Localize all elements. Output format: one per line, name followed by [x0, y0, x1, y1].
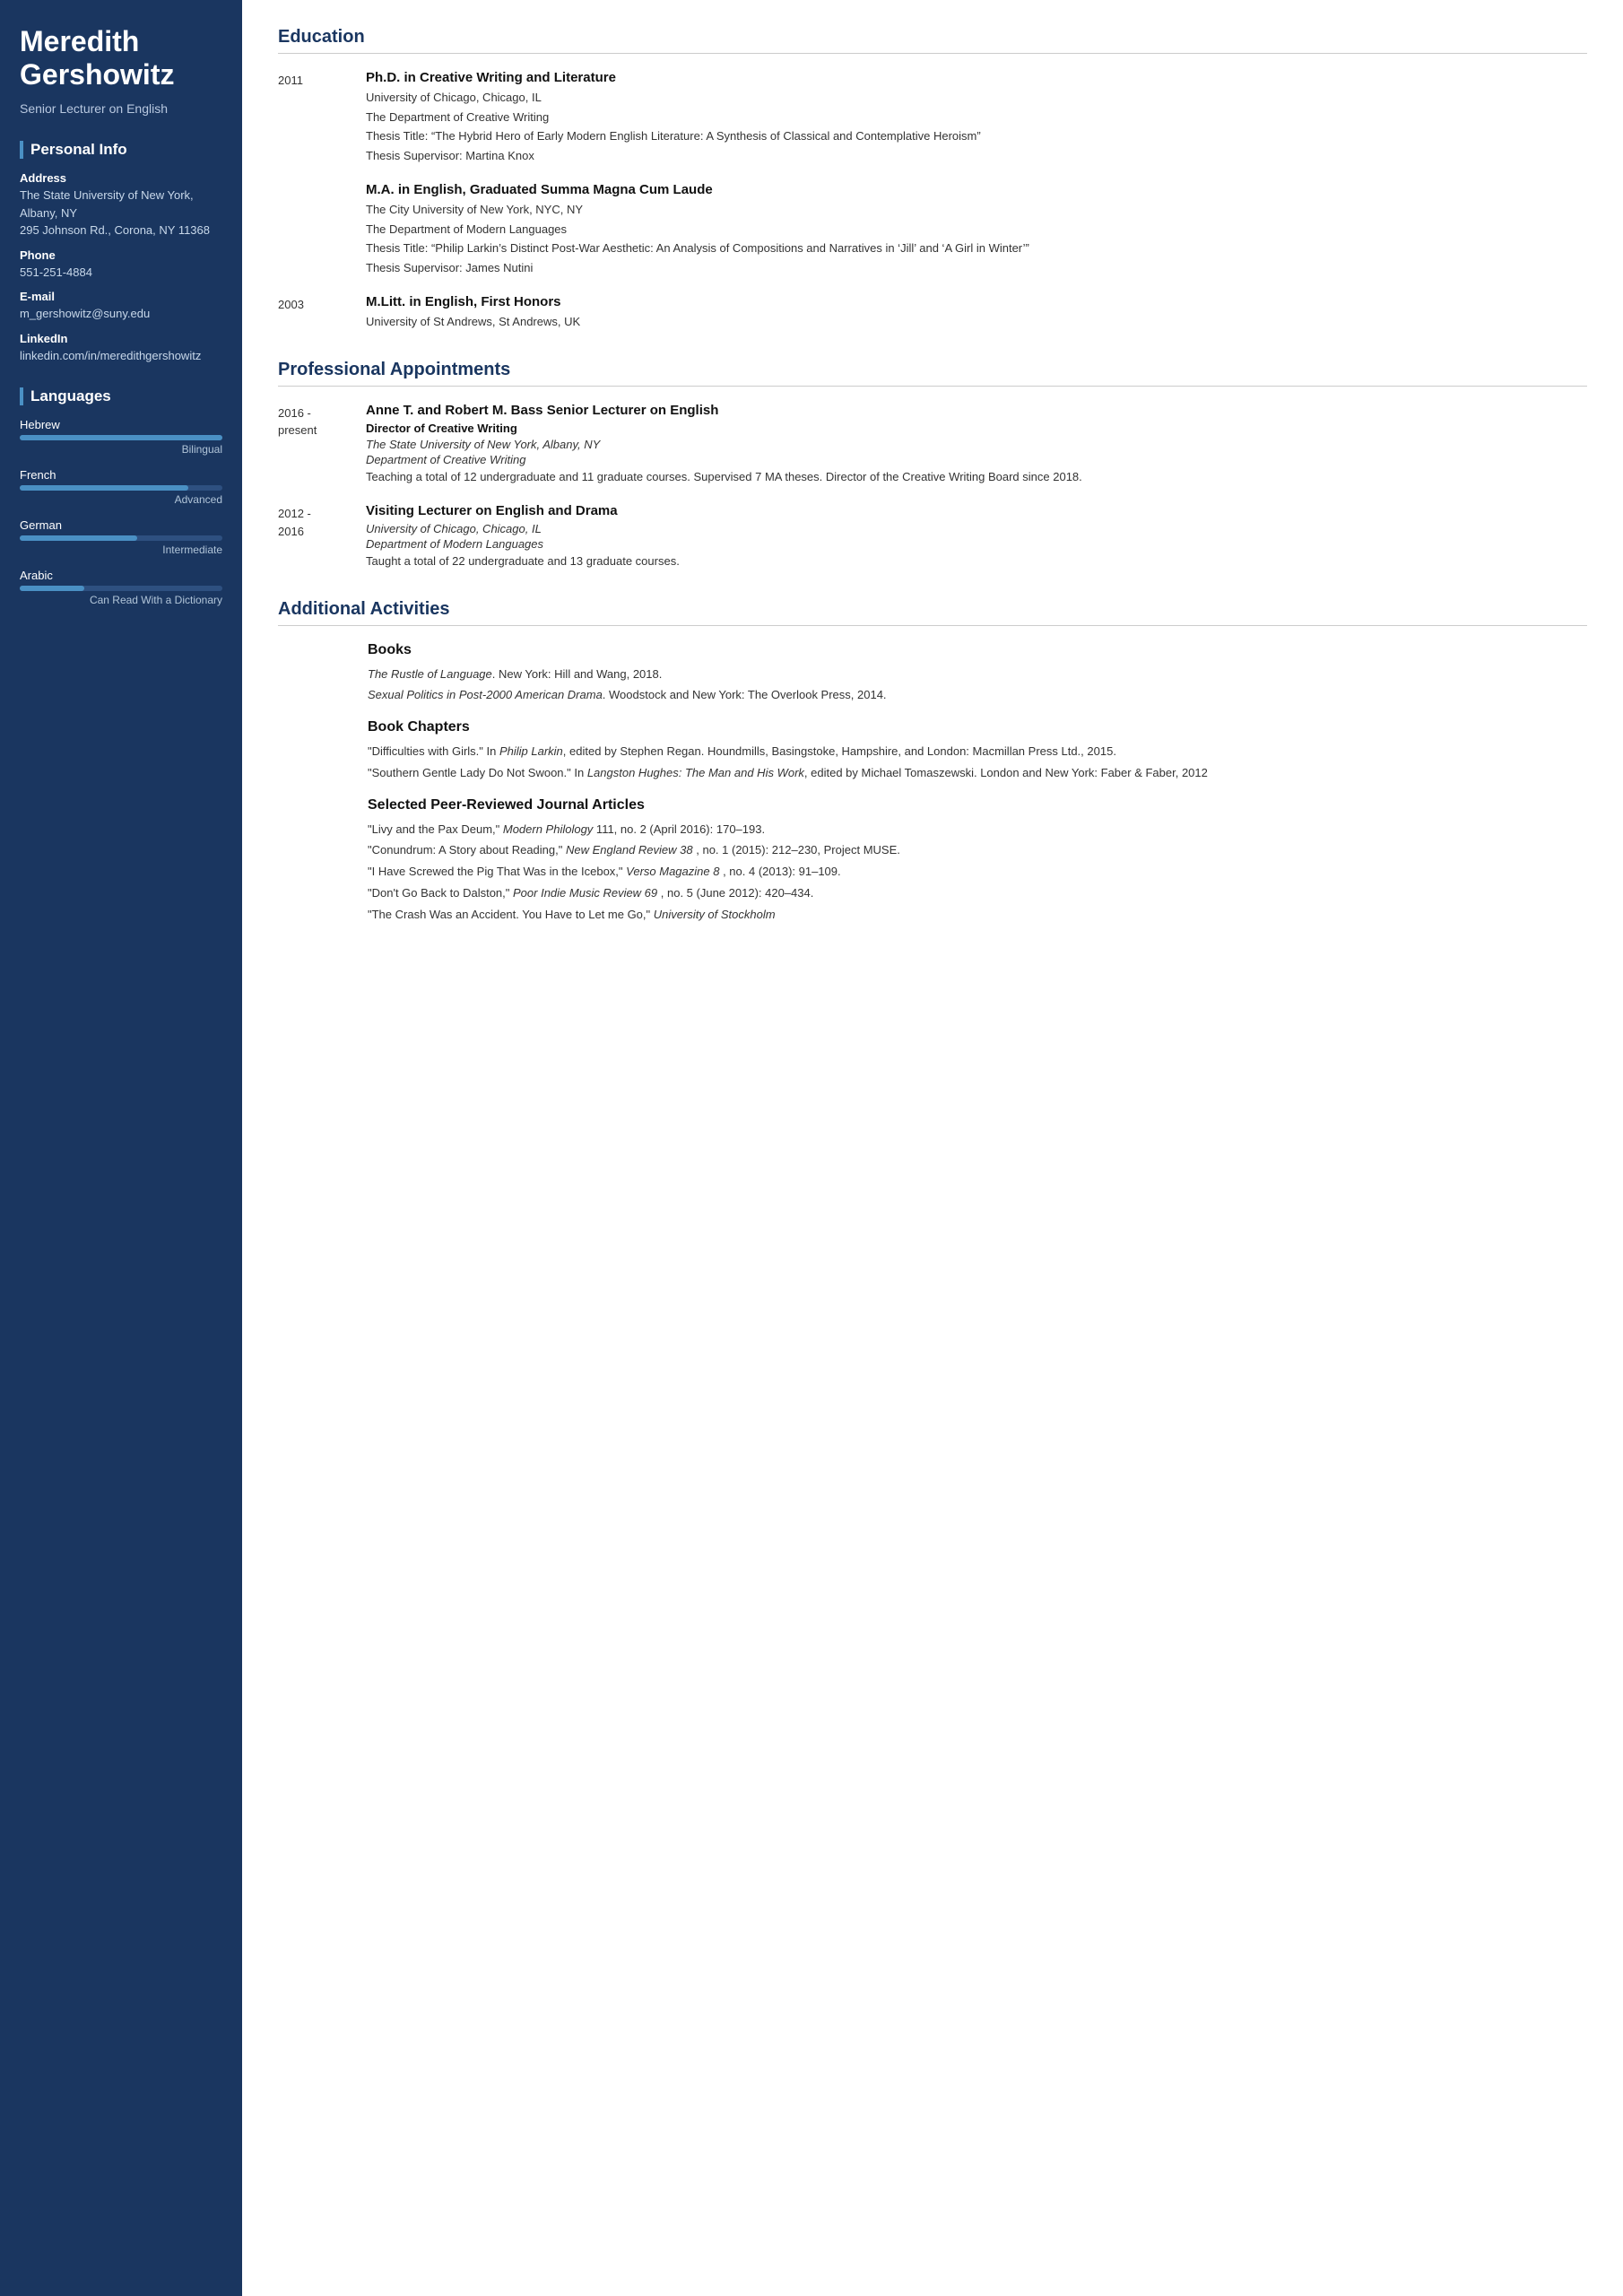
- personal-info-heading: Personal Info: [20, 141, 222, 159]
- education-entry: 2011Ph.D. in Creative Writing and Litera…: [278, 70, 1587, 166]
- entry-title: Ph.D. in Creative Writing and Literature: [366, 70, 1587, 85]
- main-content: Education 2011Ph.D. in Creative Writing …: [242, 0, 1623, 2296]
- language-item: French Advanced: [20, 468, 222, 506]
- language-item: Hebrew Bilingual: [20, 418, 222, 456]
- entry-text: Thesis Title: “The Hybrid Hero of Early …: [366, 127, 1587, 145]
- personal-info-section: Personal Info Address The State Universi…: [20, 141, 222, 364]
- language-level: Intermediate: [20, 544, 222, 556]
- language-bar-bg: [20, 435, 222, 440]
- language-bar-bg: [20, 586, 222, 591]
- activity-group-title: Selected Peer-Reviewed Journal Articles: [368, 797, 1587, 813]
- linkedin-label: LinkedIn: [20, 332, 222, 345]
- language-bar-bg: [20, 485, 222, 491]
- activity-text: The Rustle of Language. New York: Hill a…: [368, 665, 1587, 684]
- language-bar-fill: [20, 485, 188, 491]
- appointment-entry: 2012 - 2016Visiting Lecturer on English …: [278, 503, 1587, 572]
- phone-value: 551-251-4884: [20, 264, 222, 282]
- entry-text: The Department of Creative Writing: [366, 109, 1587, 126]
- entry-title: M.Litt. in English, First Honors: [366, 294, 1587, 309]
- email-value: m_gershowitz@suny.edu: [20, 305, 222, 323]
- candidate-name: Meredith Gershowitz: [20, 25, 222, 91]
- entry-content: Anne T. and Robert M. Bass Senior Lectur…: [366, 403, 1587, 488]
- entry-text: The Department of Modern Languages: [366, 221, 1587, 239]
- activity-group-title: Book Chapters: [368, 719, 1587, 735]
- activity-text: "Don't Go Back to Dalston," Poor Indie M…: [368, 884, 1587, 903]
- language-bar-fill: [20, 586, 84, 591]
- entry-content: Visiting Lecturer on English and Drama Un…: [366, 503, 1587, 572]
- language-level: Can Read With a Dictionary: [20, 594, 222, 606]
- sidebar: Meredith Gershowitz Senior Lecturer on E…: [0, 0, 242, 2296]
- entry-text: Thesis Title: “Philip Larkin’s Distinct …: [366, 239, 1587, 257]
- entry-subtitle: Department of Creative Writing: [366, 453, 1587, 466]
- entry-title: Anne T. and Robert M. Bass Senior Lectur…: [366, 403, 1587, 418]
- activities-heading: Additional Activities: [278, 599, 1587, 626]
- education-section: Education 2011Ph.D. in Creative Writing …: [278, 27, 1587, 333]
- appointments-heading: Professional Appointments: [278, 360, 1587, 387]
- entry-title: Visiting Lecturer on English and Drama: [366, 503, 1587, 518]
- language-item: Arabic Can Read With a Dictionary: [20, 569, 222, 606]
- entry-text: University of Chicago, Chicago, IL: [366, 89, 1587, 107]
- activity-group-title: Books: [368, 642, 1587, 658]
- activity-text: "I Have Screwed the Pig That Was in the …: [368, 863, 1587, 882]
- languages-heading: Languages: [20, 387, 222, 405]
- entry-text: University of St Andrews, St Andrews, UK: [366, 313, 1587, 331]
- phone-label: Phone: [20, 248, 222, 262]
- entry-text: The City University of New York, NYC, NY: [366, 201, 1587, 219]
- entry-year: [278, 182, 350, 278]
- address-value: The State University of New York,Albany,…: [20, 187, 222, 239]
- activity-text: "Livy and the Pax Deum," Modern Philolog…: [368, 821, 1587, 839]
- education-entry: M.A. in English, Graduated Summa Magna C…: [278, 182, 1587, 278]
- language-item: German Intermediate: [20, 518, 222, 556]
- activity-text: Sexual Politics in Post-2000 American Dr…: [368, 686, 1587, 705]
- candidate-title: Senior Lecturer on English: [20, 100, 222, 118]
- language-name: French: [20, 468, 222, 482]
- entry-text: Taught a total of 22 undergraduate and 1…: [366, 552, 1587, 570]
- language-bar-fill: [20, 435, 222, 440]
- entry-text: Teaching a total of 12 undergraduate and…: [366, 468, 1587, 486]
- education-heading: Education: [278, 27, 1587, 54]
- appointments-entries: 2016 - present Anne T. and Robert M. Bass…: [278, 403, 1587, 572]
- language-level: Advanced: [20, 493, 222, 506]
- languages-section: Languages Hebrew Bilingual French Advanc…: [20, 387, 222, 606]
- language-bar-fill: [20, 535, 137, 541]
- entry-content: M.A. in English, Graduated Summa Magna C…: [366, 182, 1587, 278]
- activities-content: Books The Rustle of Language. New York: H…: [278, 642, 1587, 925]
- entry-content: M.Litt. in English, First Honors Universi…: [366, 294, 1587, 333]
- activity-text: "Difficulties with Girls." In Philip Lar…: [368, 743, 1587, 761]
- entry-title: M.A. in English, Graduated Summa Magna C…: [366, 182, 1587, 197]
- activity-text: "The Crash Was an Accident. You Have to …: [368, 906, 1587, 925]
- entry-content: Ph.D. in Creative Writing and Literature…: [366, 70, 1587, 166]
- activity-text: "Conundrum: A Story about Reading," New …: [368, 841, 1587, 860]
- entry-year: 2016 - present: [278, 403, 350, 488]
- language-level: Bilingual: [20, 443, 222, 456]
- language-bar-bg: [20, 535, 222, 541]
- appointments-section: Professional Appointments 2016 - present…: [278, 360, 1587, 572]
- language-name: German: [20, 518, 222, 532]
- email-label: E-mail: [20, 290, 222, 303]
- entry-year: 2003: [278, 294, 350, 333]
- activity-text: "Southern Gentle Lady Do Not Swoon." In …: [368, 764, 1587, 783]
- activities-section: Additional Activities Books The Rustle of…: [278, 599, 1587, 925]
- entry-subtitle: Department of Modern Languages: [366, 537, 1587, 551]
- linkedin-value: linkedin.com/in/meredithgershowitz: [20, 347, 222, 365]
- education-entry: 2003 M.Litt. in English, First Honors Univ…: [278, 294, 1587, 333]
- language-name: Hebrew: [20, 418, 222, 431]
- languages-list: Hebrew Bilingual French Advanced German …: [20, 418, 222, 606]
- entry-year: 2012 - 2016: [278, 503, 350, 572]
- appointment-entry: 2016 - present Anne T. and Robert M. Bass…: [278, 403, 1587, 488]
- language-name: Arabic: [20, 569, 222, 582]
- entry-text: Thesis Supervisor: James Nutini: [366, 259, 1587, 277]
- entry-subtitle: The State University of New York, Albany…: [366, 438, 1587, 451]
- education-entries: 2011Ph.D. in Creative Writing and Litera…: [278, 70, 1587, 333]
- entry-text: Thesis Supervisor: Martina Knox: [366, 147, 1587, 165]
- entry-bold-sub: Director of Creative Writing: [366, 422, 1587, 435]
- entry-subtitle: University of Chicago, Chicago, IL: [366, 522, 1587, 535]
- address-label: Address: [20, 171, 222, 185]
- entry-year: 2011: [278, 70, 350, 166]
